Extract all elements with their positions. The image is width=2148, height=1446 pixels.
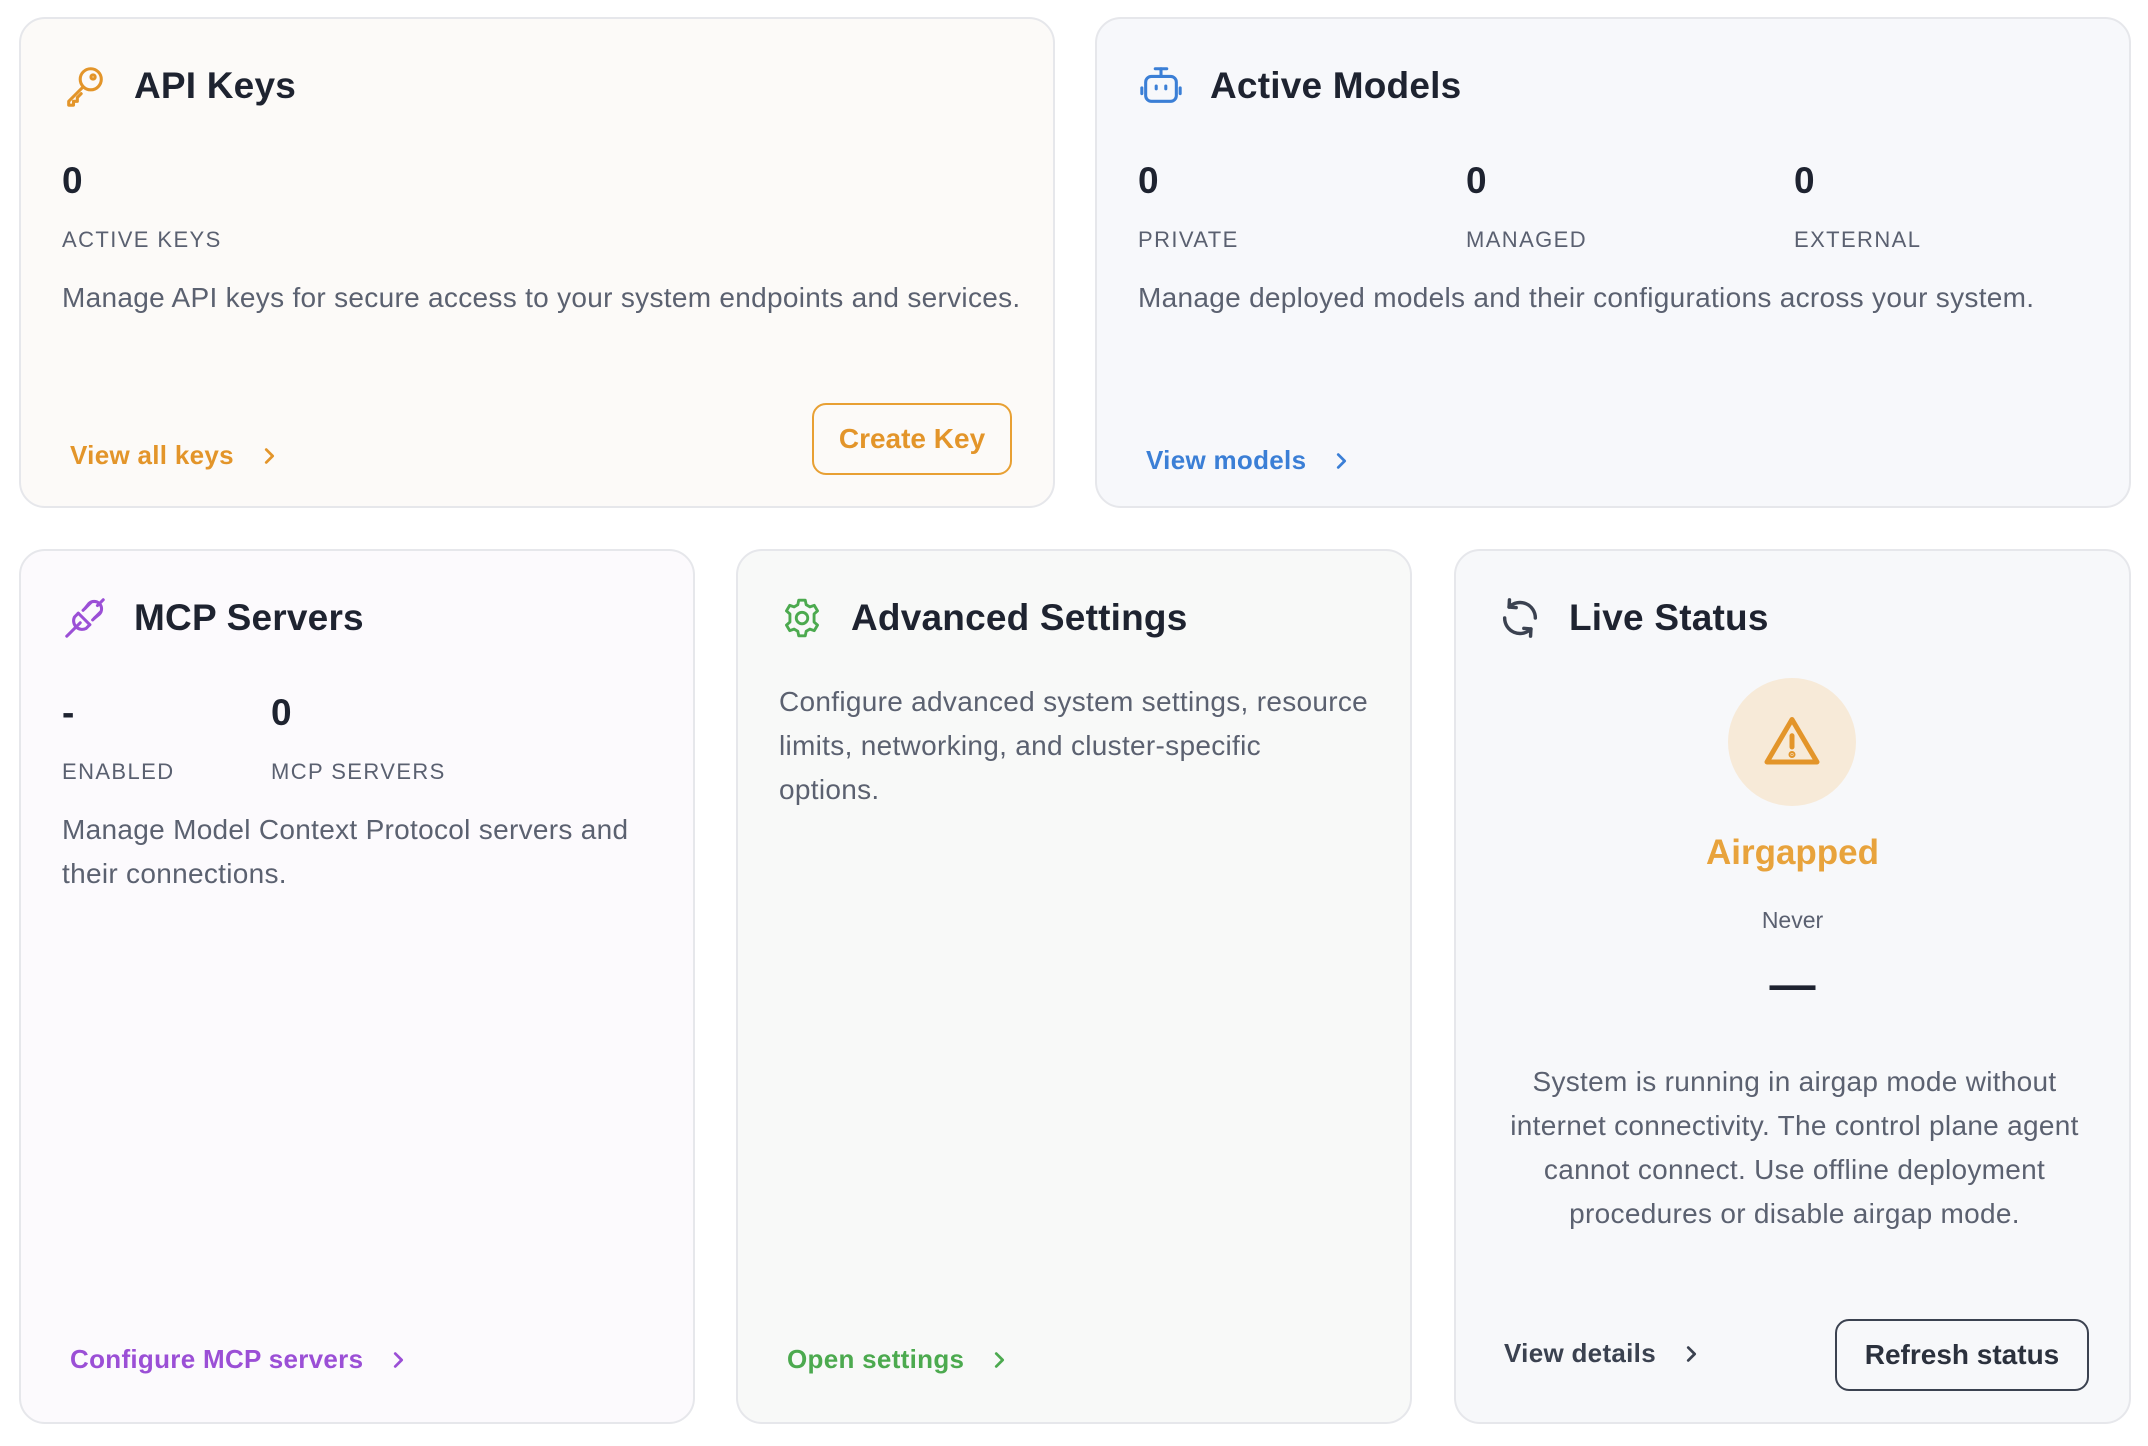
view-models-label: View models xyxy=(1146,445,1307,475)
enabled-servers-stat: - ENABLED xyxy=(62,694,175,785)
view-details-label: View details xyxy=(1504,1338,1656,1368)
enabled-servers-count: - xyxy=(62,692,75,733)
active-models-card: Active Models 0 PRIVATE 0 MANAGED 0 EXTE… xyxy=(1095,17,2131,508)
private-models-label: PRIVATE xyxy=(1138,227,1239,252)
private-models-count: 0 xyxy=(1138,160,1159,201)
live-status-title: Live Status xyxy=(1569,597,1769,638)
chevron-right-icon xyxy=(394,1351,404,1368)
external-models-count: 0 xyxy=(1794,160,1815,201)
managed-models-label: MANAGED xyxy=(1466,227,1588,252)
external-models-stat: 0 EXTERNAL xyxy=(1794,162,1921,253)
managed-models-stat: 0 MANAGED xyxy=(1466,162,1587,253)
view-details-link[interactable]: View details xyxy=(1504,1338,1702,1369)
advanced-settings-header: Advanced Settings xyxy=(779,595,1187,641)
open-settings-label: Open settings xyxy=(787,1344,965,1374)
mcp-servers-header: MCP Servers xyxy=(62,595,364,641)
chevron-right-icon xyxy=(1686,1345,1697,1362)
status-indicator xyxy=(1728,678,1856,806)
chevron-right-icon xyxy=(995,1351,1005,1368)
status-label: Airgapped xyxy=(1705,833,1880,872)
active-keys-stat: 0 ACTIVE KEYS xyxy=(62,162,222,253)
mcp-servers-title: MCP Servers xyxy=(134,597,364,638)
mcp-servers-label: MCP SERVERS xyxy=(271,759,446,784)
mcp-servers-description: Manage Model Context Protocol servers an… xyxy=(62,814,629,889)
configure-mcp-servers-link[interactable]: Configure MCP servers xyxy=(70,1344,409,1375)
live-status-header: Live Status xyxy=(1497,595,1769,641)
advanced-settings-title: Advanced Settings xyxy=(851,597,1188,638)
mcp-servers-stat: 0 MCP SERVERS xyxy=(271,694,446,785)
advanced-settings-description: Configure advanced system settings, reso… xyxy=(779,686,1369,805)
live-status-description: System is running in airgap mode without… xyxy=(1510,1066,2079,1229)
open-settings-link[interactable]: Open settings xyxy=(787,1344,1010,1375)
api-keys-description: Manage API keys for secure access to you… xyxy=(62,282,1021,313)
gear-icon xyxy=(779,595,825,641)
api-keys-card: API Keys 0 ACTIVE KEYS Manage API keys f… xyxy=(19,17,1055,508)
active-models-header: Active Models xyxy=(1138,63,1461,109)
view-all-keys-link[interactable]: View all keys xyxy=(70,440,280,471)
create-key-button[interactable]: Create Key xyxy=(812,403,1012,475)
key-icon xyxy=(62,63,108,109)
private-models-stat: 0 PRIVATE xyxy=(1138,162,1239,253)
chevron-right-icon xyxy=(1337,452,1347,469)
warning-icon xyxy=(1764,717,1820,765)
refresh-icon[interactable] xyxy=(1497,595,1543,641)
configure-mcp-servers-label: Configure MCP servers xyxy=(70,1344,364,1374)
last-checked-text: Never xyxy=(1761,907,1824,933)
refresh-status-button[interactable]: Refresh status xyxy=(1835,1319,2089,1391)
status-metric: — xyxy=(1769,958,1816,1010)
managed-models-count: 0 xyxy=(1466,160,1487,201)
api-keys-header: API Keys xyxy=(62,63,296,109)
live-status-card: Live Status Airgapped Never — System is … xyxy=(1454,549,2131,1424)
mcp-servers-count: 0 xyxy=(271,692,292,733)
active-models-title: Active Models xyxy=(1210,65,1462,106)
enabled-servers-label: ENABLED xyxy=(62,759,175,784)
mcp-servers-card: MCP Servers - ENABLED 0 MCP SERVERS Mana… xyxy=(19,549,695,1424)
api-keys-title: API Keys xyxy=(134,65,297,106)
robot-icon xyxy=(1138,63,1184,109)
active-keys-label: ACTIVE KEYS xyxy=(62,227,222,252)
active-keys-count: 0 xyxy=(62,160,83,201)
view-all-keys-label: View all keys xyxy=(70,440,234,470)
view-models-link[interactable]: View models xyxy=(1146,445,1352,476)
plug-icon xyxy=(62,595,108,641)
advanced-settings-card: Advanced Settings Configure advanced sys… xyxy=(736,549,1412,1424)
active-models-description: Manage deployed models and their configu… xyxy=(1138,282,2035,313)
external-models-label: EXTERNAL xyxy=(1794,227,1922,252)
chevron-right-icon xyxy=(264,447,274,464)
